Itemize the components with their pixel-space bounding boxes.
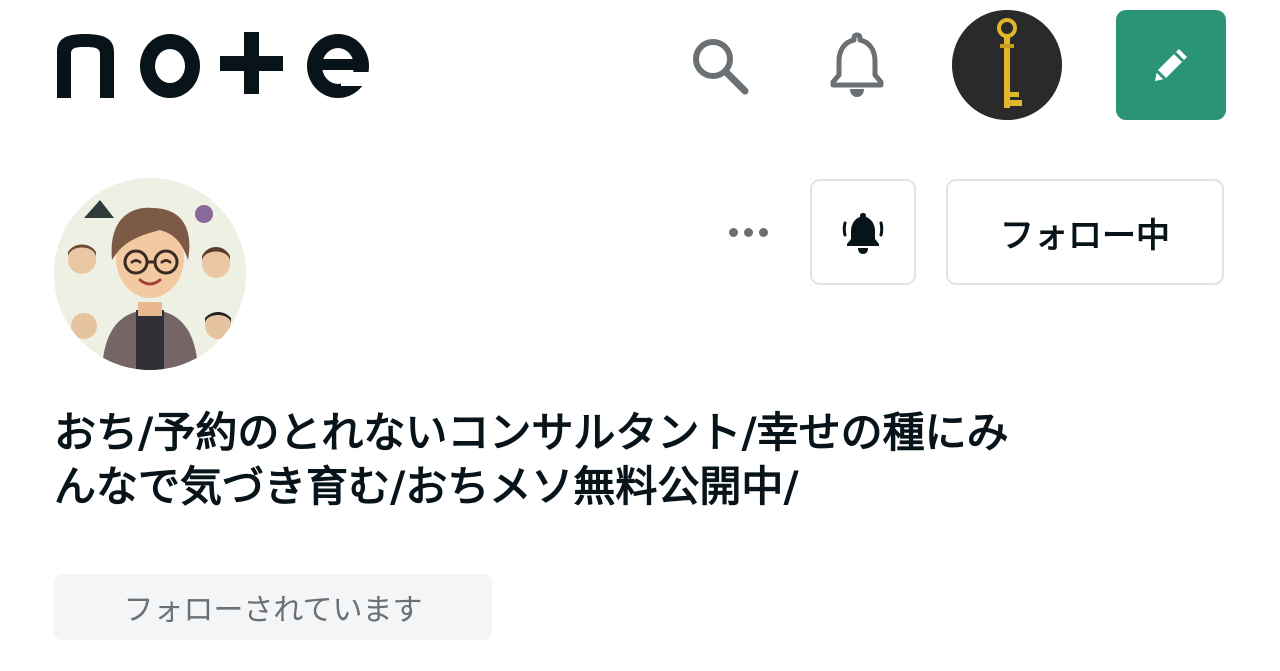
follows-you-badge: フォローされています: [54, 574, 492, 640]
profile-name-line-1: おち/予約のとれないコンサルタント/幸せの種にみ: [54, 408, 1009, 457]
search-icon[interactable]: [684, 30, 754, 100]
profile-avatar[interactable]: [54, 178, 246, 370]
profile-name-line-2: んなで気づき育む/おちメソ無料公開中/: [54, 462, 799, 511]
note-logo[interactable]: [54, 28, 390, 106]
user-avatar[interactable]: [952, 10, 1062, 120]
site-header: [0, 0, 1280, 130]
notification-toggle-button[interactable]: [810, 179, 916, 285]
more-options-icon: [728, 227, 738, 237]
profile-name: おち/予約のとれないコンサルタント/幸せの種にみ んなで気づき育む/おちメソ無料…: [54, 408, 1224, 512]
more-options-button[interactable]: [722, 214, 774, 250]
bell-filled-icon: [842, 213, 884, 254]
following-button[interactable]: フォロー中: [946, 179, 1224, 285]
post-button[interactable]: [1116, 10, 1226, 120]
character-illustration: [54, 178, 246, 370]
key-icon: [952, 10, 1062, 120]
pencil-icon: [1155, 49, 1187, 81]
note-logo-mark: [57, 32, 371, 98]
bell-icon[interactable]: [822, 30, 892, 100]
